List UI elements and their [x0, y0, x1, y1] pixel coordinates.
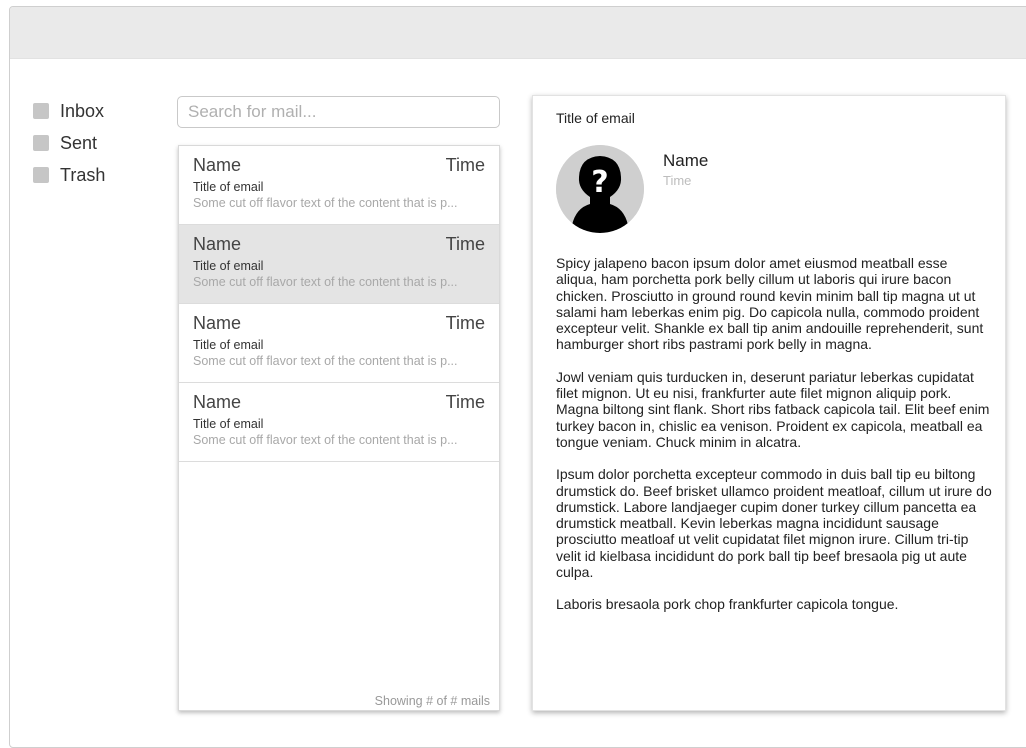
folder-item-inbox[interactable]: Inbox	[33, 95, 105, 127]
mail-time: Time	[445, 234, 485, 254]
mail-time: Time	[445, 155, 485, 175]
folder-label: Inbox	[60, 100, 105, 121]
mail-preview: Some cut off flavor text of the content …	[193, 354, 458, 368]
mail-reader-pane: Title of email ? Name Time Spicy jalapen…	[532, 95, 1006, 711]
mail-sender-name: Name	[193, 155, 242, 175]
unknown-user-icon: ?	[556, 145, 644, 233]
email-body: Spicy jalapeno bacon ipsum dolor amet ei…	[556, 255, 992, 629]
folder-item-trash[interactable]: Trash	[33, 159, 105, 191]
mail-list-item[interactable]: Name Time Title of email Some cut off fl…	[179, 304, 499, 383]
mail-sender-name: Name	[193, 313, 242, 333]
mail-subject: Title of email	[193, 338, 264, 352]
mail-time: Time	[445, 392, 485, 412]
top-bar	[10, 7, 1026, 59]
mail-list-item[interactable]: Name Time Title of email Some cut off fl…	[179, 383, 499, 462]
mail-preview: Some cut off flavor text of the content …	[193, 275, 458, 289]
mail-subject: Title of email	[193, 180, 264, 194]
folder-item-sent[interactable]: Sent	[33, 127, 105, 159]
mail-count-label: Showing # of # mails	[374, 694, 490, 708]
mail-time: Time	[445, 313, 485, 333]
folder-checkbox-icon[interactable]	[33, 103, 49, 119]
mail-preview: Some cut off flavor text of the content …	[193, 196, 458, 210]
svg-text:?: ?	[591, 165, 608, 200]
folder-checkbox-icon[interactable]	[33, 167, 49, 183]
folder-nav: Inbox Sent Trash	[33, 95, 105, 191]
mail-list-item[interactable]: Name Time Title of email Some cut off fl…	[179, 225, 499, 304]
mail-list: Name Time Title of email Some cut off fl…	[178, 145, 500, 711]
app-window: Inbox Sent Trash Name Time Title of emai…	[9, 6, 1026, 748]
email-paragraph: Laboris bresaola pork chop frankfurter c…	[556, 596, 899, 613]
email-title: Title of email	[556, 110, 635, 126]
mail-sender-name: Name	[193, 234, 242, 254]
folder-label: Sent	[60, 132, 98, 153]
sender-time: Time	[663, 173, 692, 188]
mail-subject: Title of email	[193, 259, 264, 273]
email-paragraph: Jowl veniam quis turducken in, deserunt …	[556, 368, 990, 450]
search-input[interactable]	[177, 96, 500, 128]
folder-label: Trash	[60, 164, 106, 185]
email-paragraph: Spicy jalapeno bacon ipsum dolor amet ei…	[556, 255, 984, 353]
mail-list-item[interactable]: Name Time Title of email Some cut off fl…	[179, 146, 499, 225]
mail-subject: Title of email	[193, 417, 264, 431]
sender-name: Name	[663, 151, 709, 170]
mail-preview: Some cut off flavor text of the content …	[193, 433, 458, 447]
email-paragraph: Ipsum dolor porchetta excepteur commodo …	[556, 466, 992, 581]
mail-sender-name: Name	[193, 392, 242, 412]
folder-checkbox-icon[interactable]	[33, 135, 49, 151]
